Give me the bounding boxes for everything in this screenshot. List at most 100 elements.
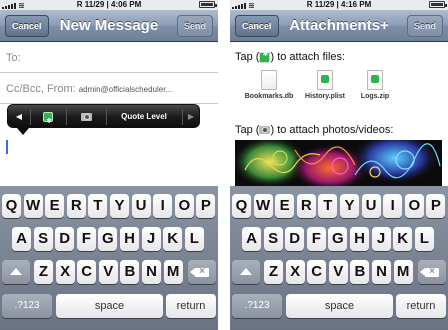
- to-field[interactable]: To:: [0, 43, 218, 73]
- instruction-text: Tap (: [235, 51, 260, 63]
- quote-level-menu-item[interactable]: Quote Level: [108, 105, 180, 129]
- camera-icon: [80, 112, 92, 121]
- key-x[interactable]: X: [285, 260, 305, 284]
- key-d[interactable]: D: [285, 227, 305, 251]
- from-address: admin@officialscheduler...: [78, 85, 173, 94]
- key-w[interactable]: W: [253, 194, 273, 218]
- file-item[interactable]: Logs.zip: [340, 70, 410, 100]
- battery-icon: [429, 1, 447, 8]
- ccbcc-from-field[interactable]: Cc/Bcc, From: admin@officialscheduler...: [0, 74, 218, 104]
- keyboard: QWERTYUIOP ASDFGHJKL ZXCVBNM .?123spaceretu…: [230, 186, 448, 330]
- edit-popup-menu: ◀ Quote Level ▶: [7, 104, 200, 134]
- backspace-key[interactable]: [418, 260, 446, 284]
- battery-icon: [199, 1, 217, 8]
- popup-next-arrow[interactable]: ▶: [185, 105, 197, 129]
- key-t[interactable]: T: [88, 194, 108, 218]
- key-l[interactable]: L: [184, 227, 204, 251]
- key-j[interactable]: J: [371, 227, 391, 251]
- key-b[interactable]: B: [350, 260, 370, 284]
- key-z[interactable]: Z: [34, 260, 53, 284]
- key-i[interactable]: I: [153, 194, 173, 218]
- return-key[interactable]: return: [396, 294, 446, 318]
- compose-screen: ≋ R 11/29 | 4:06 PM Cancel New Message S…: [0, 0, 218, 330]
- navigation-bar: Cancel Attachments+ Send: [230, 10, 448, 42]
- instruction-text: ) to attach files:: [270, 51, 346, 63]
- backspace-icon: [420, 264, 439, 280]
- key-f[interactable]: F: [306, 227, 326, 251]
- popup-prev-arrow[interactable]: ◀: [12, 105, 26, 129]
- key-s[interactable]: S: [263, 227, 283, 251]
- popup-divider: [66, 109, 67, 125]
- space-key[interactable]: space: [56, 294, 163, 318]
- key-r[interactable]: R: [66, 194, 86, 218]
- key-t[interactable]: T: [318, 194, 338, 218]
- space-key[interactable]: space: [286, 294, 393, 318]
- send-button[interactable]: Send: [406, 15, 443, 37]
- key-m[interactable]: M: [163, 260, 183, 284]
- attach-files-menu-item[interactable]: [34, 105, 62, 134]
- keyboard: QWERTYUIOP ASDFGHJKL ZXCVBNM .?123spaceretu…: [0, 186, 218, 330]
- shift-arrow-icon: [10, 268, 22, 275]
- page-title: Attachments+: [289, 17, 389, 34]
- key-v[interactable]: V: [98, 260, 118, 284]
- message-body[interactable]: [0, 130, 218, 186]
- attachments-screen: ≋ R 11/29 | 4:16 PM Cancel Attachments+ …: [230, 0, 448, 330]
- key-r[interactable]: R: [296, 194, 316, 218]
- key-c[interactable]: C: [77, 260, 97, 284]
- key-b[interactable]: B: [120, 260, 140, 284]
- key-j[interactable]: J: [141, 227, 161, 251]
- shift-key[interactable]: [232, 260, 260, 284]
- key-y[interactable]: Y: [110, 194, 129, 218]
- key-k[interactable]: K: [393, 227, 413, 251]
- send-button[interactable]: Send: [176, 15, 213, 37]
- attachments-plus-icon: [259, 50, 271, 63]
- key-e[interactable]: E: [275, 194, 295, 218]
- key-q[interactable]: Q: [2, 194, 21, 218]
- numbers-key[interactable]: .?123: [2, 294, 52, 318]
- return-key[interactable]: return: [166, 294, 216, 318]
- key-w[interactable]: W: [23, 194, 43, 218]
- key-q[interactable]: Q: [232, 194, 251, 218]
- key-f[interactable]: F: [76, 227, 96, 251]
- key-y[interactable]: Y: [340, 194, 359, 218]
- key-d[interactable]: D: [55, 227, 75, 251]
- shift-key[interactable]: [2, 260, 30, 284]
- key-u[interactable]: U: [361, 194, 381, 218]
- key-k[interactable]: K: [163, 227, 183, 251]
- key-e[interactable]: E: [45, 194, 65, 218]
- attach-photo-menu-item[interactable]: [70, 105, 102, 129]
- key-p[interactable]: P: [426, 194, 446, 218]
- key-v[interactable]: V: [328, 260, 348, 284]
- photo-thumbnail[interactable]: [235, 140, 442, 186]
- status-time: R 11/29 | 4:06 PM: [76, 0, 142, 9]
- shift-arrow-icon: [240, 268, 252, 275]
- key-p[interactable]: P: [196, 194, 216, 218]
- key-o[interactable]: O: [174, 194, 194, 218]
- key-s[interactable]: S: [33, 227, 53, 251]
- fractal-image: [235, 140, 442, 186]
- key-h[interactable]: H: [350, 227, 369, 251]
- key-i[interactable]: I: [383, 194, 403, 218]
- key-z[interactable]: Z: [264, 260, 283, 284]
- camera-icon: [259, 126, 271, 135]
- key-n[interactable]: N: [142, 260, 161, 284]
- key-g[interactable]: G: [98, 227, 118, 251]
- status-bar: ≋ R 11/29 | 4:16 PM: [230, 0, 448, 10]
- key-x[interactable]: X: [55, 260, 75, 284]
- backspace-key[interactable]: [188, 260, 216, 284]
- to-label: To:: [6, 52, 21, 64]
- key-a[interactable]: A: [12, 227, 31, 251]
- key-h[interactable]: H: [120, 227, 139, 251]
- key-g[interactable]: G: [328, 227, 348, 251]
- status-bar: ≋ R 11/29 | 4:06 PM: [0, 0, 218, 10]
- key-c[interactable]: C: [307, 260, 327, 284]
- files-instruction: Tap ( ) to attach files:: [235, 50, 346, 63]
- key-l[interactable]: L: [414, 227, 434, 251]
- numbers-key[interactable]: .?123: [232, 294, 282, 318]
- key-n[interactable]: N: [372, 260, 391, 284]
- key-u[interactable]: U: [131, 194, 151, 218]
- key-a[interactable]: A: [242, 227, 261, 251]
- key-o[interactable]: O: [404, 194, 424, 218]
- key-m[interactable]: M: [393, 260, 413, 284]
- navigation-bar: Cancel New Message Send: [0, 10, 218, 42]
